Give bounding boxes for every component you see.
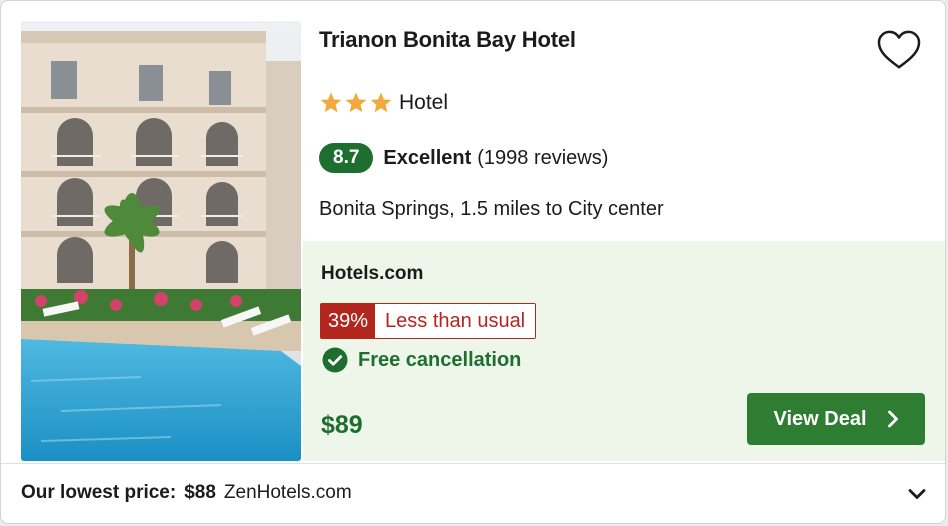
discount-percent: 39% bbox=[321, 304, 376, 338]
expand-prices-button[interactable] bbox=[901, 479, 933, 509]
view-deal-button[interactable]: View Deal bbox=[747, 393, 925, 445]
rating-word: Excellent bbox=[383, 146, 472, 169]
lowest-price-provider: ZenHotels.com bbox=[223, 482, 352, 503]
star-icon bbox=[320, 92, 342, 113]
hotel-location: Bonita Springs, 1.5 miles to City center bbox=[319, 198, 664, 220]
lowest-price-label: Our lowest price: bbox=[21, 482, 177, 503]
favorite-button[interactable] bbox=[873, 27, 925, 73]
chevron-down-icon bbox=[908, 489, 926, 499]
deal-provider: Hotels.com bbox=[321, 263, 424, 284]
star-rating bbox=[319, 91, 393, 115]
deal-price: $89 bbox=[321, 411, 363, 439]
cancellation-label: Free cancellation bbox=[358, 348, 522, 371]
view-deal-label: View Deal bbox=[773, 407, 867, 430]
lowest-price-row[interactable]: Our lowest price: $88 ZenHotels.com bbox=[21, 482, 352, 504]
hotel-card[interactable]: Trianon Bonita Bay Hotel Hotel 8.7 Excel… bbox=[0, 0, 946, 524]
card-divider bbox=[1, 463, 945, 464]
cancellation-policy: Free cancellation bbox=[322, 347, 521, 373]
star-icon bbox=[345, 92, 367, 113]
discount-label: Less than usual bbox=[375, 304, 536, 338]
discount-badge: 39% Less than usual bbox=[320, 303, 537, 339]
heart-outline-icon bbox=[877, 30, 921, 69]
hotel-name[interactable]: Trianon Bonita Bay Hotel bbox=[319, 27, 576, 53]
hotel-type: Hotel bbox=[399, 91, 449, 114]
guest-rating: 8.7 Excellent (1998 reviews) bbox=[319, 143, 608, 173]
lowest-price-value: $88 bbox=[184, 482, 216, 503]
hotel-photo[interactable] bbox=[21, 21, 301, 461]
hotel-class: Hotel bbox=[319, 91, 448, 115]
deal-panel[interactable]: Hotels.com 39% Less than usual Free canc… bbox=[303, 241, 945, 461]
score-badge: 8.7 bbox=[319, 143, 374, 173]
chevron-right-icon bbox=[887, 410, 898, 428]
check-circle-icon bbox=[322, 347, 348, 373]
star-icon bbox=[370, 92, 392, 113]
review-count: (1998 reviews) bbox=[477, 146, 609, 169]
